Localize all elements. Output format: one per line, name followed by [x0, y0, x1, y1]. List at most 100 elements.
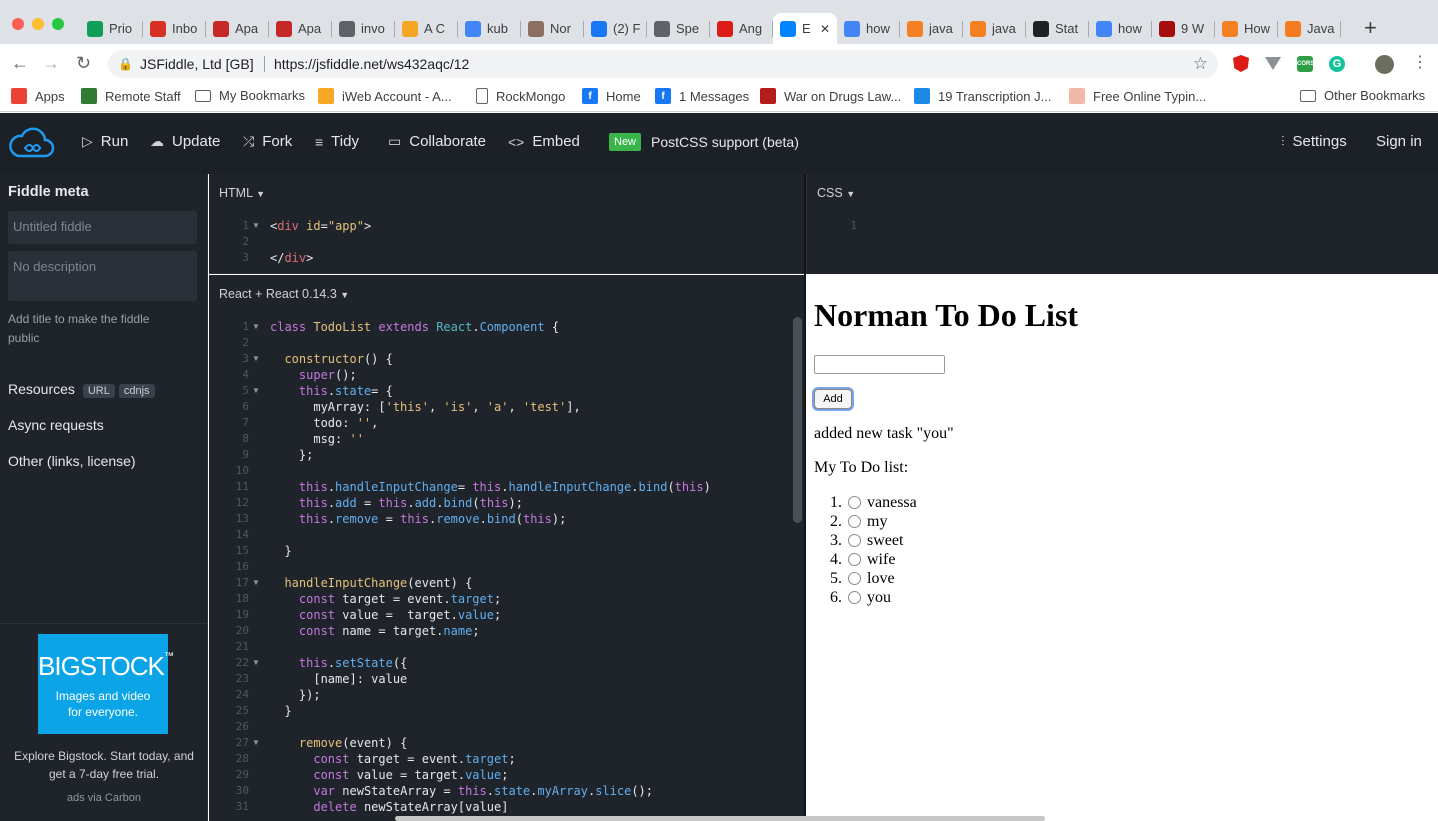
bookmark-item[interactable]: f 1 Messages: [655, 88, 749, 104]
bigstock-ad-image[interactable]: BIGSTOCK™ Images and video for everyone.: [38, 634, 174, 734]
browser-tab[interactable]: How: [1215, 13, 1278, 44]
bookmark-item[interactable]: iWeb Account - A...: [318, 88, 452, 104]
line-number: 11: [235, 480, 249, 493]
html-panel-title[interactable]: HTML ▼: [219, 186, 265, 200]
browser-tab[interactable]: how: [837, 13, 900, 44]
jsfiddle-logo-icon[interactable]: [7, 126, 55, 162]
js-panel-title[interactable]: React + React 0.14.3 ▼: [219, 287, 349, 301]
back-button[interactable]: ←: [11, 52, 29, 74]
bookmark-item[interactable]: Free Online Typin...: [1069, 88, 1206, 104]
new-tab-button[interactable]: +: [1364, 16, 1377, 40]
sign-in-button[interactable]: Sign in: [1376, 133, 1422, 150]
grammarly-extension-icon[interactable]: G: [1329, 56, 1345, 72]
fold-arrow-icon[interactable]: ▼: [252, 386, 260, 395]
remove-radio[interactable]: [848, 515, 861, 528]
fold-arrow-icon[interactable]: ▼: [252, 322, 260, 331]
code-line: }: [270, 544, 292, 558]
fold-arrow-icon[interactable]: ▼: [252, 354, 260, 363]
async-requests-link[interactable]: Async requests: [8, 417, 104, 433]
fold-arrow-icon[interactable]: ▼: [252, 578, 260, 587]
add-button[interactable]: Add: [814, 389, 852, 409]
fold-arrow-icon[interactable]: ▼: [252, 738, 260, 747]
cors-extension-icon[interactable]: CORS: [1297, 56, 1314, 72]
fold-arrow-icon[interactable]: ▼: [252, 221, 260, 230]
browser-tab[interactable]: how: [1089, 13, 1152, 44]
announcement-link[interactable]: New PostCSS support (beta): [609, 133, 799, 151]
bookmark-item[interactable]: Remote Staff: [81, 88, 181, 104]
close-window-button[interactable]: [12, 18, 24, 30]
fold-arrow-icon[interactable]: ▼: [252, 658, 260, 667]
chrome-menu-icon[interactable]: ⋮: [1412, 53, 1428, 73]
bookmark-item[interactable]: RockMongo: [476, 88, 565, 104]
css-editor[interactable]: 1: [819, 218, 1419, 258]
bookmark-item[interactable]: Other Bookmarks: [1300, 88, 1425, 103]
bookmark-item[interactable]: Apps: [11, 88, 65, 104]
browser-tab[interactable]: Inbo: [143, 13, 206, 44]
address-bar[interactable]: 🔒 JSFiddle, Ltd [GB] https://jsfiddle.ne…: [108, 50, 1218, 78]
run-button[interactable]: ▷ Run: [82, 133, 128, 150]
tidy-button[interactable]: ≡ Tidy: [315, 133, 359, 150]
bookmark-item[interactable]: War on Drugs Law...: [760, 88, 901, 104]
browser-tab[interactable]: java: [900, 13, 963, 44]
resource-cdnjs-chip[interactable]: cdnjs: [118, 384, 155, 398]
todo-input[interactable]: [814, 355, 945, 374]
reload-button[interactable]: ↻: [76, 52, 91, 74]
html-editor[interactable]: 1 ▼ <div id="app"> 2 3 </div>: [209, 218, 805, 268]
line-number: 25: [235, 704, 249, 717]
settings-button[interactable]: ⫶ Settings: [1281, 133, 1347, 150]
tab-title: how: [866, 21, 890, 36]
browser-tab[interactable]: Apa: [269, 13, 332, 44]
bookmark-item[interactable]: My Bookmarks: [195, 88, 305, 103]
browser-tab[interactable]: invo: [332, 13, 395, 44]
browser-tab[interactable]: Stat: [1026, 13, 1089, 44]
fork-button[interactable]: ⤮ Fork: [243, 133, 292, 150]
bookmark-star-icon[interactable]: ☆: [1193, 50, 1208, 78]
resources-link[interactable]: Resources URL cdnjs: [8, 381, 155, 398]
minimize-window-button[interactable]: [32, 18, 44, 30]
browser-tab[interactable]: Java: [1278, 13, 1341, 44]
bookmark-item[interactable]: 19 Transcription J...: [914, 88, 1051, 104]
other-links-link[interactable]: Other (links, license): [8, 453, 136, 469]
browser-tab[interactable]: Apa: [206, 13, 269, 44]
remove-radio[interactable]: [848, 591, 861, 604]
css-panel-title[interactable]: CSS ▼: [817, 186, 855, 200]
site-identity: JSFiddle, Ltd [GB]: [140, 56, 254, 72]
vue-extension-icon[interactable]: [1265, 57, 1281, 70]
remove-radio[interactable]: [848, 553, 861, 566]
tab-title: Nor: [550, 21, 571, 36]
bookmark-item[interactable]: f Home: [582, 88, 641, 104]
ad-text[interactable]: Explore Bigstock. Start today, and get a…: [12, 747, 196, 783]
profile-avatar[interactable]: [1375, 55, 1394, 74]
browser-tab[interactable]: Prio: [80, 13, 143, 44]
resources-label: Resources: [8, 381, 75, 397]
forward-button[interactable]: →: [42, 52, 60, 74]
browser-tab[interactable]: Nor: [521, 13, 584, 44]
collaborate-button[interactable]: ▭ Collaborate: [388, 133, 486, 150]
browser-tab[interactable]: 9 W: [1152, 13, 1215, 44]
remove-radio[interactable]: [848, 534, 861, 547]
browser-tab[interactable]: Spe: [647, 13, 710, 44]
close-tab-icon[interactable]: ✕: [820, 22, 830, 36]
editor-scrollbar[interactable]: [793, 317, 802, 523]
apache-icon: [276, 20, 292, 37]
update-button[interactable]: ☁ Update: [150, 133, 220, 150]
maximize-window-button[interactable]: [52, 18, 64, 30]
todo-item-text: love: [867, 569, 895, 587]
line-number: 28: [235, 752, 249, 765]
remove-radio[interactable]: [848, 496, 861, 509]
browser-tab[interactable]: Ang: [710, 13, 773, 44]
fiddle-title-input[interactable]: Untitled fiddle: [8, 211, 197, 244]
lock-icon: 🔒: [118, 57, 133, 71]
remove-radio[interactable]: [848, 572, 861, 585]
js-editor[interactable]: 1 ▼ class TodoList extends React.Component…: [209, 319, 789, 821]
embed-button[interactable]: <> Embed: [508, 133, 580, 150]
browser-tab[interactable]: (2) F: [584, 13, 647, 44]
browser-tab[interactable]: A C: [395, 13, 458, 44]
browser-tab[interactable]: kub: [458, 13, 521, 44]
browser-tab[interactable]: E ✕: [773, 13, 837, 44]
resource-url-chip[interactable]: URL: [82, 384, 115, 398]
fiddle-description-input[interactable]: No description: [8, 251, 197, 301]
ads-via-carbon[interactable]: ads via Carbon: [12, 792, 196, 804]
html-title-text: HTML: [219, 186, 253, 200]
browser-tab[interactable]: java: [963, 13, 1026, 44]
